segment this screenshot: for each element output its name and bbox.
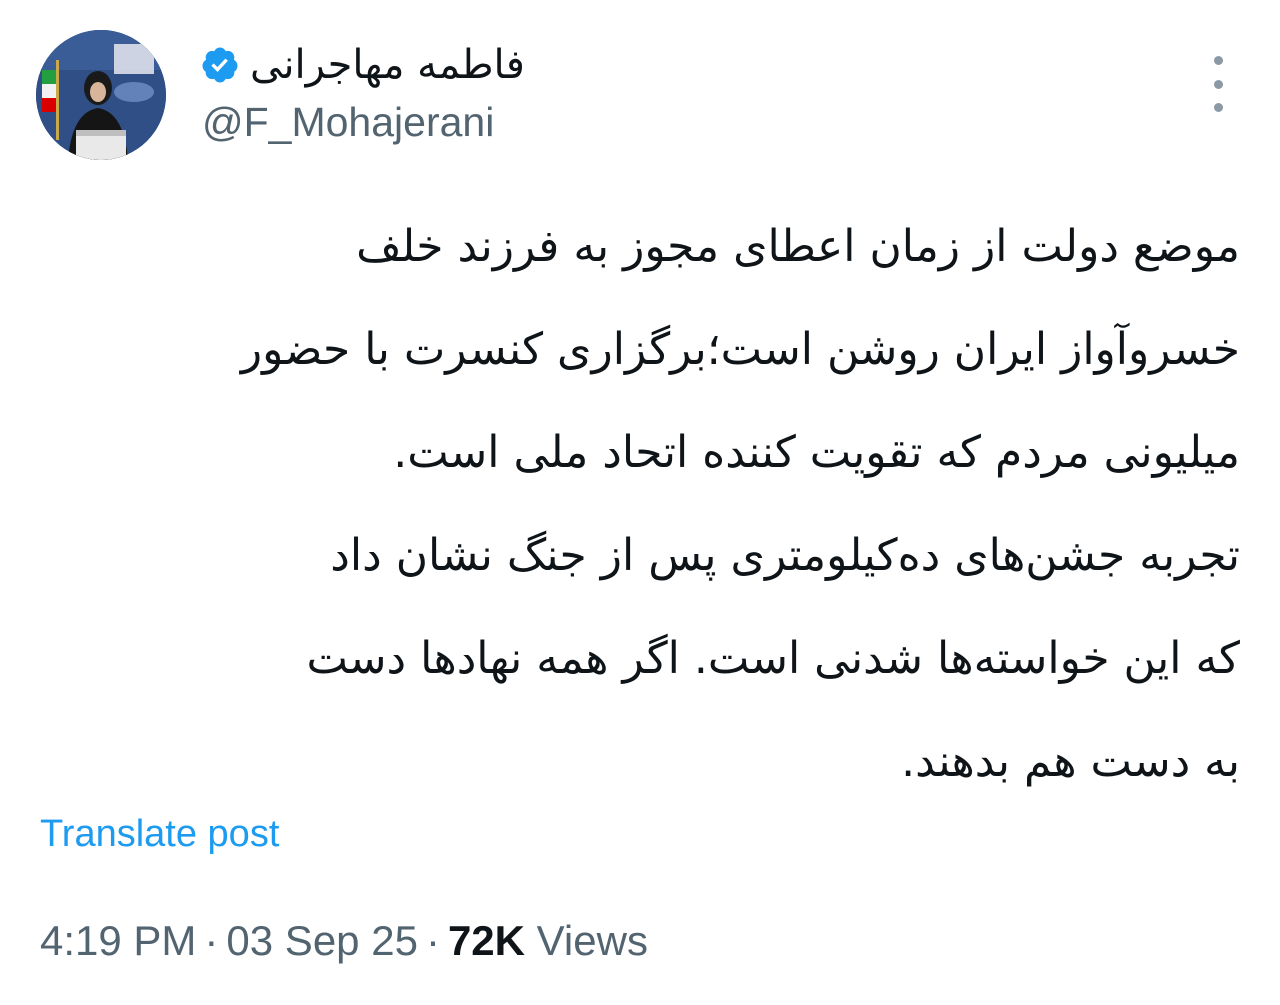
more-options-button[interactable] — [1200, 56, 1236, 112]
tweet-text-line: موضع دولت از زمان اعطای مجوز به فرزند خل… — [356, 221, 1240, 272]
tweet-meta: 4:19 PM · 03 Sep 25 · 72K Views — [40, 910, 648, 972]
translate-post-link[interactable]: Translate post — [40, 806, 279, 862]
author-name-row: فاطمه مهاجرانی — [200, 36, 525, 94]
views-count: 72K — [447, 917, 525, 964]
tweet-text-line: خسروآواز ایران روشن است؛برگزاری کنسرت با… — [240, 324, 1240, 375]
meta-separator: · — [425, 917, 440, 964]
more-vertical-icon — [1213, 56, 1223, 65]
tweet-text-line: به دست هم بدهند. — [901, 736, 1240, 787]
tweet-text-line: تجربه جشن‌های ده‌کیلومتری پس از جنگ نشان… — [330, 530, 1240, 581]
avatar-image — [36, 30, 166, 160]
more-vertical-icon-dot — [1213, 103, 1223, 112]
tweet-date[interactable]: 03 Sep 25 — [226, 917, 418, 964]
tweet-body: موضع دولت از زمان اعطای مجوز به فرزند خل… — [40, 195, 1240, 813]
tweet-text-line: که این خواسته‌ها شدنی است. اگر همه نهاده… — [306, 633, 1240, 684]
author-avatar[interactable] — [36, 30, 166, 160]
tweet-time[interactable]: 4:19 PM — [40, 917, 196, 964]
author-display-name[interactable]: فاطمه مهاجرانی — [250, 36, 525, 94]
tweet-text-line: میلیونی مردم که تقویت کننده اتحاد ملی اس… — [393, 427, 1240, 478]
views-label: Views — [536, 917, 648, 964]
tweet-card: فاطمه مهاجرانی @F_Mohajerani موضع دولت ا… — [0, 0, 1280, 1005]
more-vertical-icon-dot — [1213, 79, 1223, 89]
author-handle[interactable]: @F_Mohajerani — [202, 96, 494, 148]
meta-separator: · — [204, 917, 219, 964]
verified-badge-icon — [202, 47, 238, 83]
